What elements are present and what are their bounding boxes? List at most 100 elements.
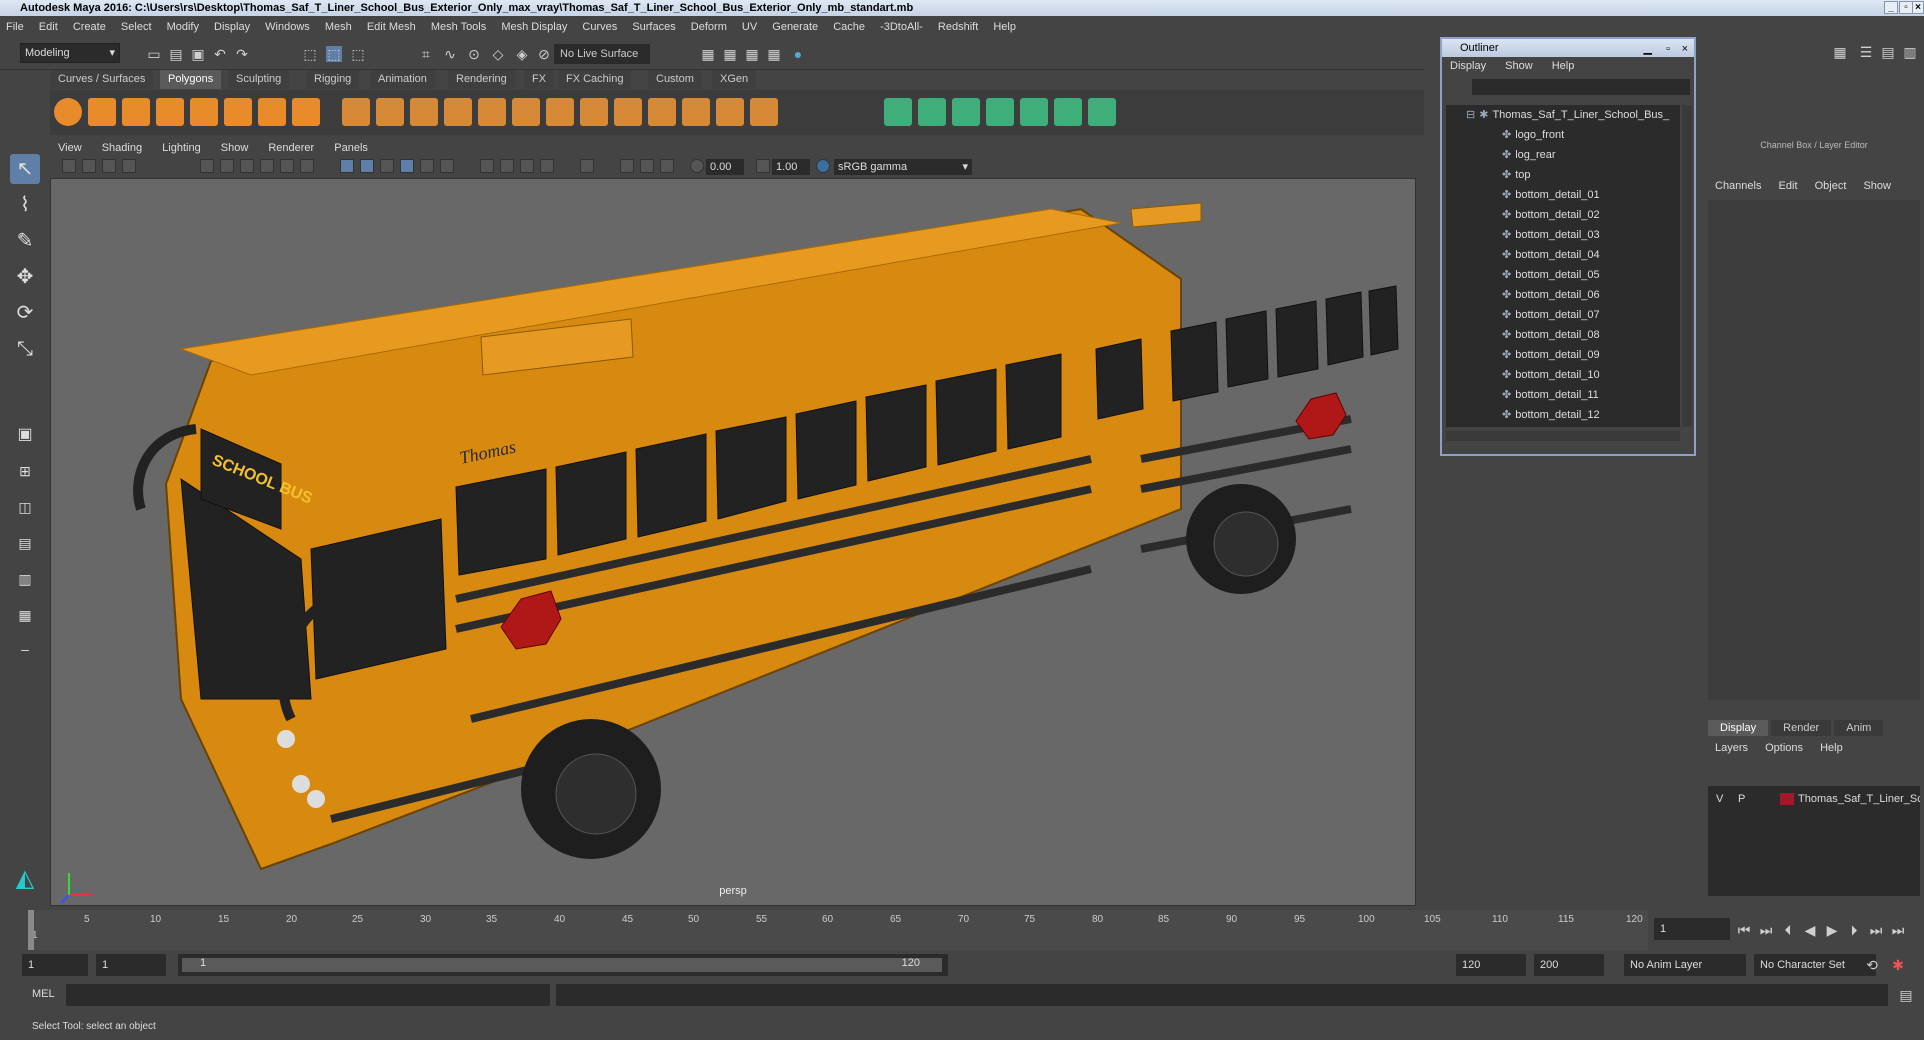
uv-unfold-icon[interactable] (1020, 98, 1048, 126)
layer-menu-options[interactable]: Options (1758, 742, 1810, 754)
shelf-tab-fx-caching[interactable]: FX Caching (558, 70, 632, 89)
command-input[interactable] (66, 984, 550, 1006)
channel-menu-show[interactable]: Show (1856, 180, 1898, 192)
menu-uv[interactable]: UV (736, 17, 763, 37)
snap-grid-icon[interactable]: ⌗ (418, 46, 434, 62)
modeling-toolkit-icon[interactable]: ▦ (1832, 44, 1848, 60)
layer-menu-help[interactable]: Help (1813, 742, 1850, 754)
save-scene-icon[interactable]: ▣ (190, 46, 206, 62)
menu-modify[interactable]: Modify (161, 17, 205, 37)
animation-preferences-icon[interactable]: ✱ (1890, 957, 1906, 973)
poly-plane-icon[interactable] (190, 98, 218, 126)
select-object-icon[interactable]: ⬚ (326, 46, 342, 62)
single-perspective-layout-icon[interactable]: ▣ (10, 420, 40, 450)
image-plane-icon[interactable] (122, 159, 136, 173)
graph-layout-icon[interactable]: ▥ (10, 564, 40, 594)
outliner-item-bottom-detail-05[interactable]: ✤ bottom_detail_05 (1502, 265, 1600, 285)
extract-icon[interactable] (410, 98, 438, 126)
menu-generate[interactable]: Generate (766, 17, 824, 37)
panel-menu-view[interactable]: View (50, 139, 91, 157)
separate-icon[interactable] (376, 98, 404, 126)
outliner-item-bottom-detail-03[interactable]: ✤ bottom_detail_03 (1502, 225, 1600, 245)
shadows-icon[interactable] (440, 159, 454, 173)
make-live-icon[interactable]: ⊘ (536, 46, 552, 62)
snap-view-icon[interactable]: ◇ (490, 46, 506, 62)
shelf-tab-animation[interactable]: Animation (370, 70, 435, 89)
camera-select-icon[interactable] (62, 159, 76, 173)
uv-editor-icon[interactable] (1054, 98, 1082, 126)
move-tool-icon[interactable]: ✥ (10, 262, 40, 292)
start-time-field[interactable]: 1 (22, 954, 88, 976)
play-forward-icon[interactable]: ▶ (1824, 922, 1840, 938)
shelf-tab-custom[interactable]: Custom (648, 70, 702, 89)
snap-curve-icon[interactable]: ∿ (442, 46, 458, 62)
outliner-item-bottom-detail-10[interactable]: ✤ bottom_detail_10 (1502, 365, 1600, 385)
shelf-tab-fx[interactable]: FX (524, 70, 555, 89)
shelf-tab-rigging[interactable]: Rigging (306, 70, 360, 89)
go-to-end-icon[interactable]: ⏭ (1890, 922, 1906, 938)
panel-menu-shading[interactable]: Shading (94, 139, 151, 157)
four-view-layout-icon[interactable]: ⊞ (10, 456, 40, 486)
hypershade-layout-icon[interactable]: ▦ (10, 600, 40, 630)
bevel-icon[interactable] (580, 98, 608, 126)
minimize-icon[interactable]: _ (1884, 1, 1898, 14)
menu-help[interactable]: Help (987, 17, 1022, 37)
outliner-layout-icon[interactable]: ▤ (10, 528, 40, 558)
redo-icon[interactable]: ↷ (234, 46, 250, 62)
grid-toggle-icon[interactable] (200, 159, 214, 173)
shelf-tab-polygons[interactable]: Polygons (160, 70, 222, 89)
outliner-item-log-rear[interactable]: ✤ log_rear (1502, 145, 1556, 165)
depth-of-field-icon[interactable] (540, 159, 554, 173)
outliner-item-bottom-detail-06[interactable]: ✤ bottom_detail_06 (1502, 285, 1600, 305)
hypershade-icon[interactable]: ● (790, 46, 806, 62)
ipr-render-icon[interactable]: ▦ (744, 46, 760, 62)
shelf-tab-sculpting[interactable]: Sculpting (228, 70, 290, 89)
collapse-icon[interactable] (750, 98, 778, 126)
select-hierarchy-icon[interactable]: ⬚ (302, 46, 318, 62)
poly-cone-icon[interactable] (156, 98, 184, 126)
anim-layer-select[interactable]: No Anim Layer (1624, 954, 1746, 976)
gamma-icon[interactable] (756, 159, 770, 173)
color-management-icon[interactable] (816, 159, 830, 173)
shelf-tab-curves-surfaces[interactable]: Curves / Surfaces (50, 70, 154, 89)
layer-visibility-toggle[interactable]: V (1716, 790, 1723, 808)
perspective-viewport[interactable]: SCHOOL BUS Thomas persp (50, 178, 1416, 906)
booleans-icon[interactable] (444, 98, 472, 126)
menu-deform[interactable]: Deform (685, 17, 733, 37)
menu-curves[interactable]: Curves (576, 17, 623, 37)
smooth-icon[interactable] (478, 98, 506, 126)
menu-mesh[interactable]: Mesh (319, 17, 358, 37)
character-set-select[interactable]: No Character Set (1754, 954, 1876, 976)
open-scene-icon[interactable]: ▤ (168, 46, 184, 62)
poly-sphere-icon[interactable] (54, 98, 82, 126)
time-slider-playhead[interactable] (28, 910, 34, 950)
layer-tab-anim[interactable]: Anim (1834, 720, 1884, 736)
menu-create[interactable]: Create (67, 17, 112, 37)
extrude-icon[interactable] (512, 98, 540, 126)
outliner-item-bottom-detail-04[interactable]: ✤ bottom_detail_04 (1502, 245, 1600, 265)
field-chart-icon[interactable] (280, 159, 294, 173)
uv-spherical-icon[interactable] (952, 98, 980, 126)
scale-tool-icon[interactable]: ⤡ (10, 334, 40, 364)
collapse-icon[interactable]: ⊟ (1466, 109, 1475, 121)
poly-torus-icon[interactable] (224, 98, 252, 126)
isolate-select-icon[interactable] (580, 159, 594, 173)
attribute-editor-icon[interactable]: ☰ (1858, 44, 1874, 60)
maximize-icon[interactable]: ▫ (1666, 40, 1670, 58)
tool-settings-icon[interactable]: ▤ (1880, 44, 1896, 60)
layer-tab-display[interactable]: Display (1708, 720, 1769, 736)
shelf-tab-xgen[interactable]: XGen (712, 70, 757, 89)
menu-file[interactable]: File (0, 17, 30, 37)
lasso-tool-icon[interactable]: ⌇ (10, 190, 40, 220)
gamma-field[interactable]: 1.00 (772, 159, 810, 175)
maximize-icon[interactable]: ▫ (1899, 1, 1913, 14)
panel-menu-show[interactable]: Show (213, 139, 258, 157)
paint-select-icon[interactable]: ✎ (10, 226, 40, 256)
xray-icon[interactable] (620, 159, 634, 173)
undo-icon[interactable]: ↶ (212, 46, 228, 62)
layer-menu-layers[interactable]: Layers (1708, 742, 1755, 754)
step-forward-key-icon[interactable]: ⏭ (1868, 922, 1884, 938)
panel-menu-renderer[interactable]: Renderer (260, 139, 323, 157)
minimize-icon[interactable]: ▁ (1644, 40, 1652, 58)
panel-menu-lighting[interactable]: Lighting (154, 139, 210, 157)
